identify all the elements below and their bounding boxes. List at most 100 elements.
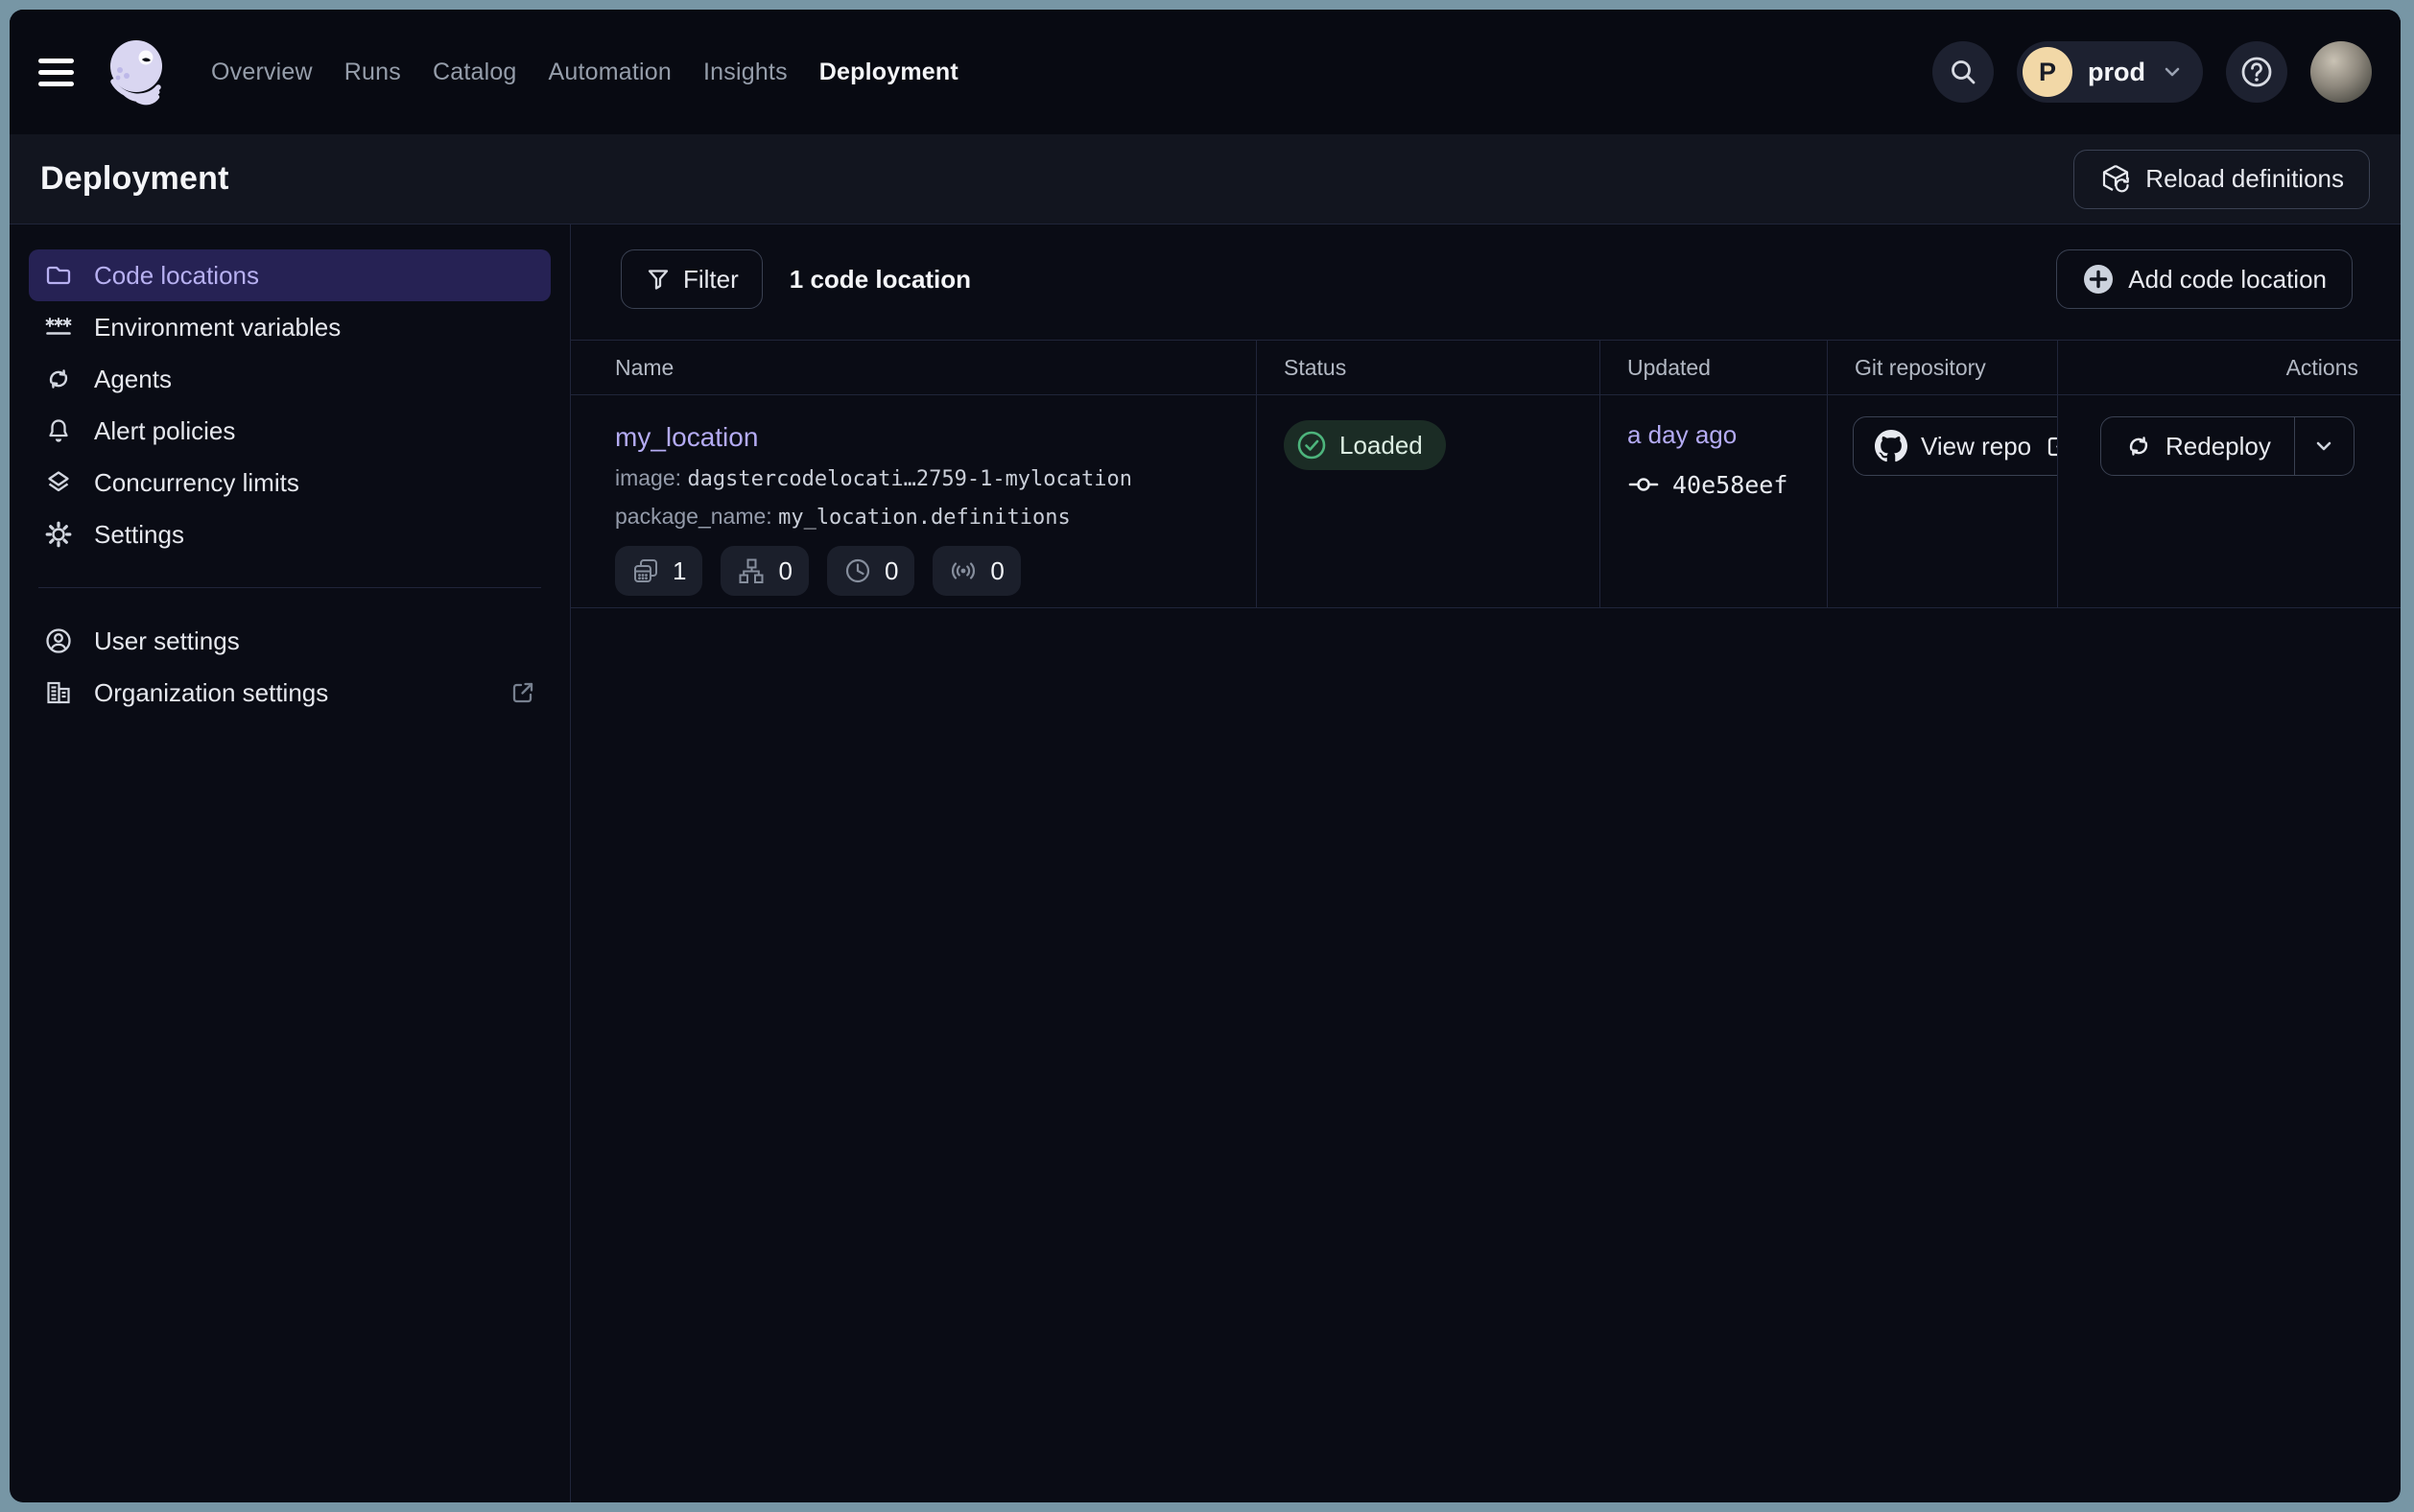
redeploy-refresh-icon — [2124, 432, 2153, 461]
github-icon — [1875, 430, 1907, 462]
environment-avatar: P — [2023, 47, 2072, 97]
building-icon — [43, 677, 74, 708]
status-badge: Loaded — [1284, 420, 1446, 470]
sidebar-item-label: Environment variables — [94, 313, 341, 343]
hamburger-menu-icon[interactable] — [38, 50, 83, 94]
redeploy-button[interactable]: Redeploy — [2100, 416, 2295, 476]
search-icon — [1948, 57, 1978, 87]
deployment-sidebar: Code locations Environment variables — [10, 224, 571, 1502]
add-code-location-label: Add code location — [2128, 265, 2327, 295]
top-nav: Overview Runs Catalog Automation Insight… — [10, 10, 2401, 134]
sidebar-item-label: User settings — [94, 626, 240, 656]
sidebar-item-label: Settings — [94, 520, 184, 550]
page-header: Deployment Reload definitions — [10, 134, 2401, 224]
redeploy-split-button: Redeploy — [2100, 416, 2355, 607]
sidebar-item-label: Agents — [94, 365, 172, 394]
redeploy-more-button[interactable] — [2295, 416, 2355, 476]
updated-cell: a day ago 40e58eef — [1599, 395, 1827, 607]
schedules-count-badge[interactable]: 0 — [827, 546, 914, 596]
sidebar-divider — [38, 587, 541, 588]
bell-icon — [43, 415, 74, 446]
image-value: dagstercodelocati…2759-1-mylocation — [687, 467, 1132, 491]
content-area: Code locations Environment variables — [10, 224, 2401, 1502]
schedules-count: 0 — [885, 556, 898, 586]
graphs-count-badge[interactable]: 0 — [721, 546, 808, 596]
sidebar-item-concurrency-limits[interactable]: Concurrency limits — [29, 457, 551, 508]
code-location-count: 1 code location — [790, 265, 971, 295]
chevron-down-icon — [2161, 60, 2184, 83]
toolbar: Filter 1 code location Add code location — [571, 224, 2401, 332]
environment-switcher[interactable]: P prod — [2017, 41, 2203, 103]
sidebar-item-settings[interactable]: Settings — [29, 508, 551, 560]
nav-item-overview[interactable]: Overview — [211, 59, 313, 86]
search-button[interactable] — [1932, 41, 1994, 103]
commit-hash: 40e58eef — [1672, 471, 1787, 499]
nav-item-insights[interactable]: Insights — [703, 59, 788, 86]
column-header-status: Status — [1256, 341, 1599, 394]
commit-line: 40e58eef — [1627, 468, 1827, 501]
environment-name: prod — [2088, 58, 2145, 87]
sidebar-item-alert-policies[interactable]: Alert policies — [29, 405, 551, 457]
sidebar-item-code-locations[interactable]: Code locations — [29, 249, 551, 301]
package-line: package_name: my_location.definitions — [615, 504, 1256, 530]
sidebar-item-organization-settings[interactable]: Organization settings — [29, 667, 551, 719]
column-header-git-repository: Git repository — [1827, 341, 2057, 394]
code-locations-table: Name Status Updated Git repository Actio… — [571, 340, 2401, 608]
status-cell: Loaded — [1256, 395, 1599, 607]
sensors-count: 0 — [990, 556, 1004, 586]
page-title: Deployment — [40, 160, 229, 198]
sidebar-item-label: Concurrency limits — [94, 468, 299, 498]
schedule-clock-icon — [843, 556, 872, 585]
dagster-octopus-logo[interactable] — [98, 34, 175, 110]
nav-item-automation[interactable]: Automation — [549, 59, 672, 86]
package-value: my_location.definitions — [778, 506, 1071, 530]
graphs-count: 0 — [778, 556, 792, 586]
sidebar-item-environment-variables[interactable]: Environment variables — [29, 301, 551, 353]
column-header-actions: Actions — [2057, 341, 2401, 394]
reload-cube-icon — [2099, 163, 2132, 196]
add-code-location-button[interactable]: Add code location — [2056, 249, 2353, 309]
view-repo-button[interactable]: View repo — [1853, 416, 2057, 476]
main-panel: Filter 1 code location Add code location — [571, 224, 2401, 1502]
jobs-count: 1 — [673, 556, 686, 586]
app-window: Overview Runs Catalog Automation Insight… — [10, 10, 2401, 1502]
help-button[interactable] — [2226, 41, 2287, 103]
graph-icon — [737, 556, 766, 585]
count-badges: 1 — [615, 546, 1256, 596]
jobs-count-badge[interactable]: 1 — [615, 546, 702, 596]
sidebar-item-label: Code locations — [94, 261, 259, 291]
code-location-link[interactable]: my_location — [615, 422, 758, 453]
plus-circle-icon — [2082, 263, 2115, 295]
user-avatar[interactable] — [2310, 41, 2372, 103]
chevron-down-icon — [2311, 434, 2336, 459]
reload-definitions-button[interactable]: Reload definitions — [2073, 150, 2370, 209]
primary-nav: Overview Runs Catalog Automation Insight… — [211, 59, 990, 86]
git-repository-cell: View repo — [1827, 395, 2057, 607]
empty-area — [571, 608, 2401, 1502]
redeploy-label: Redeploy — [2166, 432, 2271, 461]
filter-button[interactable]: Filter — [621, 249, 763, 309]
sidebar-item-agents[interactable]: Agents — [29, 353, 551, 405]
nav-item-deployment[interactable]: Deployment — [819, 59, 958, 86]
gear-icon — [43, 519, 74, 550]
sidebar-item-label: Alert policies — [94, 416, 235, 446]
updated-time-link[interactable]: a day ago — [1627, 420, 1737, 450]
layers-icon — [43, 467, 74, 498]
image-line: image: dagstercodelocati…2759-1-mylocati… — [615, 465, 1256, 491]
column-header-updated: Updated — [1599, 341, 1827, 394]
sensors-count-badge[interactable]: 0 — [933, 546, 1020, 596]
view-repo-label: View repo — [1921, 432, 2031, 461]
sidebar-item-user-settings[interactable]: User settings — [29, 615, 551, 667]
external-link-icon — [2045, 433, 2057, 460]
jobs-icon — [631, 556, 660, 585]
person-circle-icon — [43, 626, 74, 656]
nav-item-catalog[interactable]: Catalog — [433, 59, 517, 86]
sidebar-item-label: Organization settings — [94, 678, 328, 708]
help-question-icon — [2239, 55, 2274, 89]
sensor-icon — [949, 556, 978, 585]
column-header-name: Name — [571, 341, 1256, 394]
status-label: Loaded — [1339, 431, 1423, 461]
nav-item-runs[interactable]: Runs — [344, 59, 401, 86]
image-label: image: — [615, 465, 681, 490]
actions-cell: Redeploy — [2057, 395, 2401, 607]
